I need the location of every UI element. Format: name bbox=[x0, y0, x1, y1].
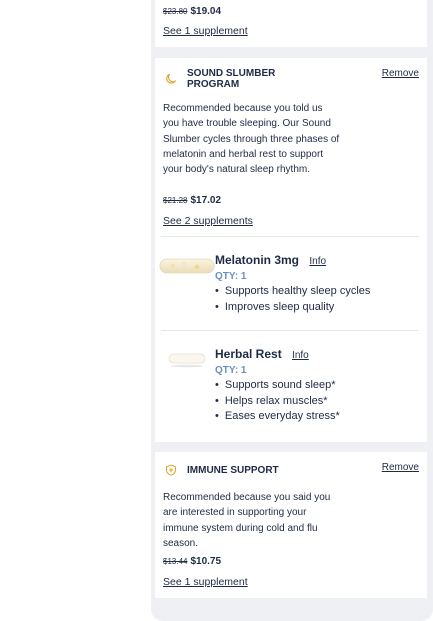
supplement-item: Herbal Rest Info QTY: 1 Supports sound s… bbox=[155, 330, 427, 442]
benefit-list: Supports sound sleep* Helps relax muscle… bbox=[215, 378, 340, 425]
price-row: $13.44 $10.75 bbox=[163, 556, 221, 567]
program-card-sleep: SOUND SLUMBER PROGRAM Remove Recommended… bbox=[155, 58, 427, 442]
see-supplements-link[interactable]: See 1 supplement bbox=[163, 576, 248, 588]
program-header: SOUND SLUMBER PROGRAM Remove bbox=[165, 68, 419, 90]
see-supplements-link[interactable]: See 1 supplement bbox=[163, 25, 248, 37]
supplement-qty: QTY: 1 bbox=[215, 271, 247, 282]
program-description: Recommended because you said you are int… bbox=[163, 492, 331, 549]
info-link[interactable]: Info bbox=[309, 256, 326, 267]
info-link[interactable]: Info bbox=[292, 350, 309, 361]
shield-plus-icon bbox=[166, 464, 176, 476]
see-supplements-link[interactable]: See 2 supplements bbox=[163, 215, 253, 227]
melatonin-capsule-image bbox=[159, 258, 215, 274]
supplement-qty: QTY: 1 bbox=[215, 365, 247, 376]
price-discounted: $10.75 bbox=[190, 556, 222, 567]
price-original: $21.28 bbox=[163, 196, 188, 205]
price-original: $23.80 bbox=[163, 7, 188, 16]
supplement-name-text: Herbal Rest bbox=[215, 347, 282, 361]
remove-button[interactable]: Remove bbox=[382, 68, 419, 79]
supplement-name: Melatonin 3mg Info bbox=[215, 253, 326, 267]
supplement-item: Melatonin 3mg Info QTY: 1 Supports healt… bbox=[155, 236, 427, 330]
cart-panel: $23.80 $19.04 See 1 supplement SOUND SLU… bbox=[151, 0, 433, 621]
supplement-name: Herbal Rest Info bbox=[215, 347, 309, 361]
price-original: $13.44 bbox=[163, 557, 188, 566]
benefit-item: Supports sound sleep* bbox=[215, 378, 340, 394]
price-row: $21.28 $17.02 bbox=[163, 195, 221, 206]
program-title: IMMUNE SUPPORT bbox=[187, 465, 279, 476]
benefit-item: Helps relax muscles* bbox=[215, 394, 340, 410]
program-header: IMMUNE SUPPORT Remove bbox=[165, 462, 419, 476]
remove-button[interactable]: Remove bbox=[382, 462, 419, 473]
benefit-item: Improves sleep quality bbox=[215, 300, 370, 316]
benefit-item: Supports healthy sleep cycles bbox=[215, 284, 371, 300]
program-card-top: $23.80 $19.04 See 1 supplement bbox=[155, 0, 427, 47]
price-discounted: $19.04 bbox=[190, 6, 222, 17]
herbal-rest-capsule-image bbox=[168, 353, 206, 368]
program-description: Recommended because you told us you have… bbox=[163, 103, 340, 176]
price-row: $23.80 $19.04 bbox=[163, 6, 221, 17]
price-discounted: $17.02 bbox=[190, 195, 222, 206]
program-card-immune: IMMUNE SUPPORT Remove Recommended becaus… bbox=[155, 452, 427, 598]
program-title: SOUND SLUMBER PROGRAM bbox=[187, 68, 276, 90]
benefit-item: Eases everyday stress* bbox=[215, 409, 340, 425]
moon-icon bbox=[166, 73, 176, 84]
supplement-name-text: Melatonin 3mg bbox=[215, 253, 300, 267]
benefit-list: Supports healthy sleep cycles Improves s… bbox=[215, 284, 371, 316]
